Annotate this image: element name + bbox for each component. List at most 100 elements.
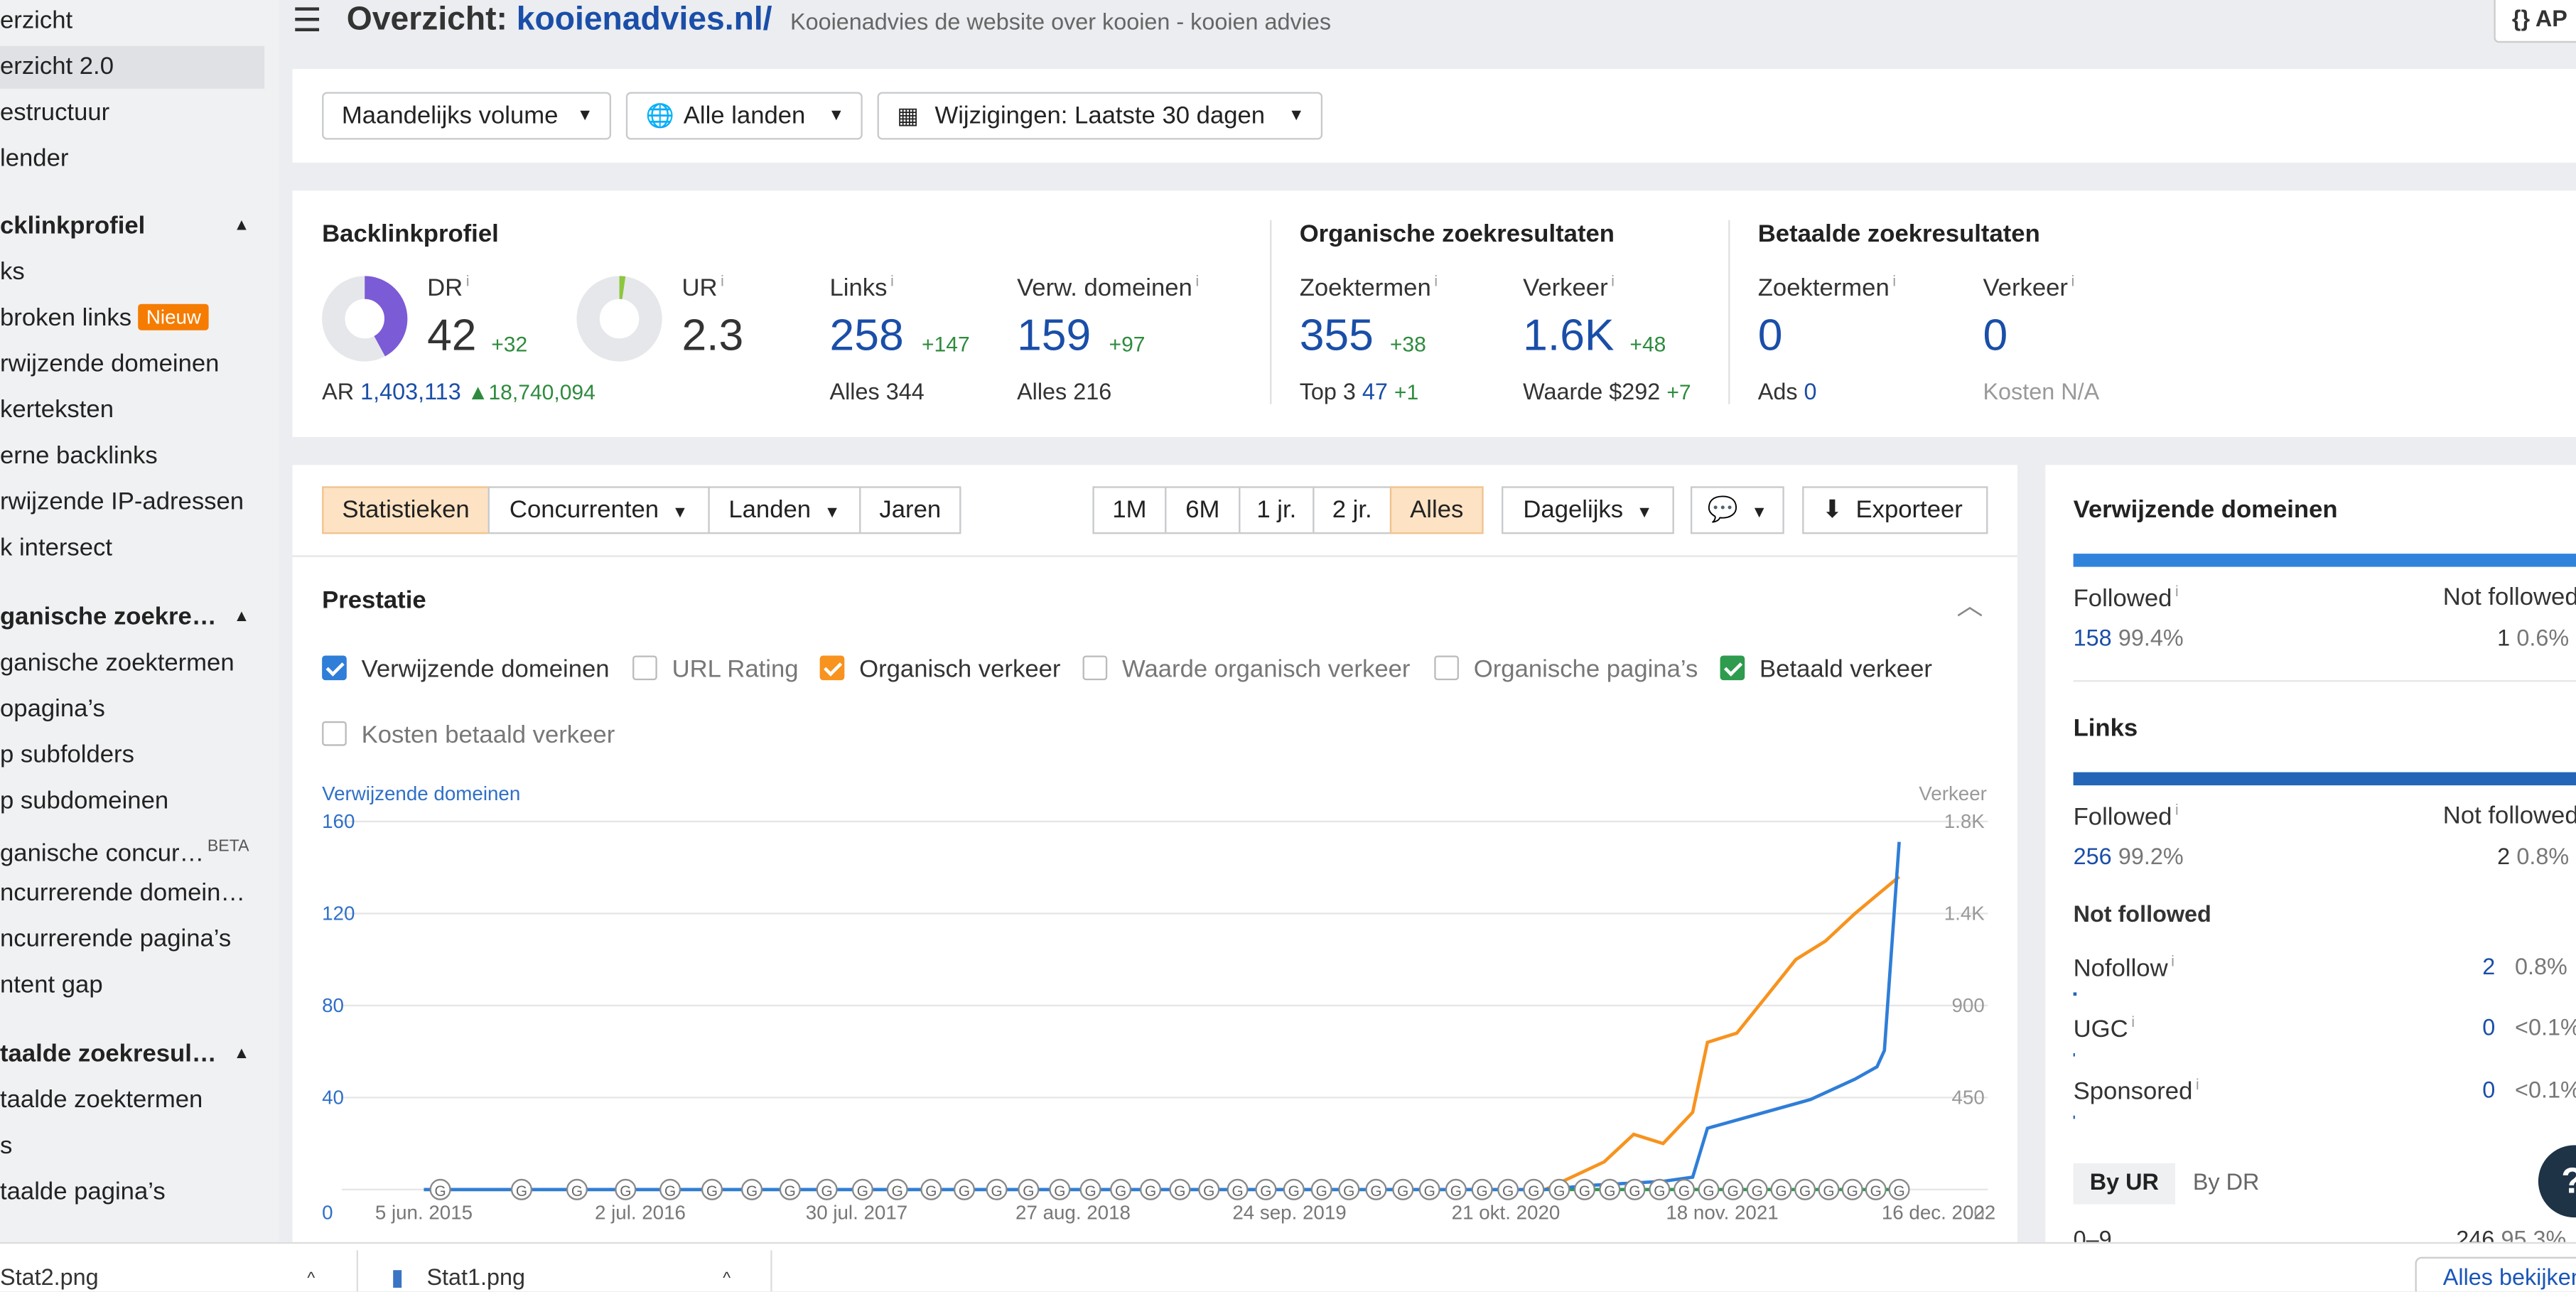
refdom-value[interactable]: 159 <box>1017 311 1091 362</box>
info-icon[interactable]: i <box>1434 273 1438 289</box>
sidebar-item-sitestructuur[interactable]: estructuur <box>0 92 264 134</box>
changes-dropdown[interactable]: ▦ Wijzigingen: Laatste 30 dagen ▼ <box>877 92 1323 140</box>
annotation-marker-label: G <box>1232 1183 1243 1200</box>
sidebar-item-broken-links[interactable]: broken links Nieuw <box>0 297 264 340</box>
sidebar-item-kalender[interactable]: lender <box>0 138 264 181</box>
info-icon[interactable]: i <box>890 273 894 289</box>
nofollow-num[interactable]: 2 <box>2482 953 2495 979</box>
caret-down-icon: ▼ <box>576 107 593 125</box>
check-organic-traffic[interactable]: Organisch verkeer <box>819 655 1060 684</box>
chevron-up-icon[interactable]: ^ <box>723 1270 731 1288</box>
country-dropdown[interactable]: 🌐 Alle landen ▼ <box>625 92 863 140</box>
info-icon[interactable]: i <box>2175 802 2179 818</box>
info-icon[interactable]: i <box>2196 1076 2199 1092</box>
beta-label: BETA <box>207 838 249 856</box>
info-icon[interactable]: i <box>1195 273 1199 289</box>
tab-statistieken[interactable]: Statistieken <box>322 486 490 534</box>
sidebar-item-top-subdomains[interactable]: p subdomeinen <box>0 780 264 823</box>
sidebar-item-organic-keywords[interactable]: ganische zoektermen <box>0 642 264 685</box>
tab-landen[interactable]: Landen ▼ <box>708 486 861 534</box>
paid-kw-value[interactable]: 0 <box>1758 311 1783 362</box>
sidebar-item-link-intersect[interactable]: k intersect <box>0 527 264 570</box>
ads-value[interactable]: 0 <box>1804 378 1817 404</box>
collapse-up-icon[interactable]: ▲ <box>234 596 250 639</box>
sidebar-item-internal-backlinks[interactable]: erne backlinks <box>0 436 264 478</box>
sidebar-section-backlinkprofiel[interactable]: cklinkprofiel ▲ <box>0 205 263 248</box>
lk-not-followed-label: Not followed <box>2442 802 2576 830</box>
check-paid-traffic[interactable]: Betaald verkeer <box>1720 655 1932 684</box>
info-icon[interactable]: i <box>2171 953 2174 969</box>
collapse-up-icon[interactable]: ▲ <box>234 205 250 248</box>
check-organic-pages[interactable]: Organische pagina’s <box>1434 655 1698 684</box>
performance-chart[interactable]: 160 1.8K120 1.4K80 90040 4500 05 jun. 2015 2 j… <box>293 802 2017 1254</box>
paid-traffic-value[interactable]: 0 <box>1983 311 2008 362</box>
sidebar-section-paid[interactable]: taalde zoekresul… ▲ <box>0 1033 263 1076</box>
info-icon[interactable]: i <box>1611 273 1615 289</box>
sidebar-item-refdomains[interactable]: rwijzende domeinen <box>0 343 264 386</box>
right-tick-label: 450 <box>1951 1087 1984 1109</box>
volume-dropdown[interactable]: Maandelijks volume ▼ <box>322 92 612 140</box>
organic-kw-value[interactable]: 355 <box>1300 311 1374 362</box>
info-icon[interactable]: i <box>2071 273 2075 289</box>
sidebar-item-competing-pages[interactable]: ncurrerende pagina’s <box>0 918 264 961</box>
sidebar-item-competing-domains[interactable]: ncurrerende domein… <box>0 873 264 915</box>
show-all-downloads-button[interactable]: Alles bekijken <box>2415 1256 2576 1292</box>
tab-concurrenten[interactable]: Concurrenten ▼ <box>487 486 710 534</box>
sidebar-section-organic[interactable]: ganische zoekre… ▲ <box>0 596 263 639</box>
sidebar-item-top-pages[interactable]: opagina’s <box>0 689 264 731</box>
sidebar-item-backlinks[interactable]: ks <box>0 252 264 294</box>
x-tick-label: 27 aug. 2018 <box>1015 1201 1131 1223</box>
by-ur-toggle[interactable]: By UR <box>2073 1163 2175 1205</box>
check-refdomains[interactable]: Verwijzende domeinen <box>322 655 610 684</box>
ads-label: Ads <box>1757 377 1798 404</box>
organic-traffic-value[interactable]: 1.6K <box>1523 311 1614 362</box>
chevron-up-icon[interactable]: ^ <box>307 1270 315 1288</box>
lk-followed-num[interactable]: 256 <box>2074 843 2112 869</box>
sidebar-item-content-gap[interactable]: ntent gap <box>0 964 264 1007</box>
sidebar-item-ads[interactable]: s <box>0 1126 264 1168</box>
check-paid-cost[interactable]: Kosten betaald verkeer <box>322 721 615 749</box>
info-icon[interactable]: i <box>721 273 724 289</box>
info-icon[interactable]: i <box>1892 273 1896 289</box>
interval-dropdown[interactable]: Dagelijks ▼ <box>1502 486 1674 534</box>
sidebar-item-paid-keywords[interactable]: taalde zoektermen <box>0 1080 264 1122</box>
range-2y[interactable]: 2 jr. <box>1313 486 1392 534</box>
sidebar-item-anchors[interactable]: kerteksten <box>0 389 264 432</box>
ugc-label: UGC i <box>2074 1013 2135 1043</box>
by-dr-toggle[interactable]: By DR <box>2178 1163 2274 1205</box>
api-button[interactable]: {} AP <box>2494 0 2576 43</box>
download-item-stat1[interactable]: ▮ Stat1.png <box>391 1264 525 1291</box>
ar-value[interactable]: 1,403,113 <box>360 378 461 404</box>
sidebar-item-top-subfolders[interactable]: p subfolders <box>0 734 264 777</box>
worth-value: $292 <box>1609 377 1661 404</box>
divider <box>770 1250 772 1292</box>
sidebar-item-organic-competitors[interactable]: ganische concur… BETA <box>0 827 264 869</box>
download-item-stat2[interactable]: Stat2.png <box>0 1264 99 1290</box>
export-button[interactable]: ⬇ Exporteer <box>1802 486 1988 534</box>
info-icon[interactable]: i <box>2175 583 2179 600</box>
info-icon[interactable]: i <box>466 273 470 289</box>
range-1y[interactable]: 1 jr. <box>1239 486 1315 534</box>
sidebar-item-paid-pages[interactable]: taalde pagina’s <box>0 1171 264 1214</box>
check-organic-value[interactable]: Waarde organisch verkeer <box>1082 655 1410 684</box>
annotations-dropdown[interactable]: 💬 ▼ <box>1690 486 1784 534</box>
top3-value[interactable]: 47 <box>1362 378 1388 404</box>
annotation-marker-label: G <box>1703 1183 1714 1200</box>
range-1m[interactable]: 1M <box>1092 486 1167 534</box>
range-all[interactable]: Alles <box>1389 486 1484 534</box>
info-icon[interactable]: i <box>2131 1013 2135 1030</box>
sidebar-item-ref-ips[interactable]: rwijzende IP-adressen <box>0 481 264 524</box>
ugc-num[interactable]: 0 <box>2482 1013 2495 1040</box>
check-url-rating[interactable]: URL Rating <box>632 655 799 684</box>
rd-followed-num[interactable]: 158 <box>2074 625 2112 651</box>
sidebar-item-overzicht-2[interactable]: erzicht 2.0 <box>0 45 265 89</box>
sponsored-num[interactable]: 0 <box>2482 1076 2495 1102</box>
sidebar-item-overzicht[interactable]: erzicht <box>0 0 264 43</box>
range-6m[interactable]: 6M <box>1165 486 1241 534</box>
links-value[interactable]: 258 <box>830 311 904 362</box>
domain-link[interactable]: kooienadvies.nl/ <box>517 1 772 38</box>
collapse-chevron-up-icon[interactable]: ︿ <box>1956 583 1983 623</box>
collapse-up-icon[interactable]: ▲ <box>234 1033 250 1076</box>
tab-jaren[interactable]: Jaren <box>859 486 961 534</box>
menu-icon[interactable]: ☰ <box>293 0 322 41</box>
